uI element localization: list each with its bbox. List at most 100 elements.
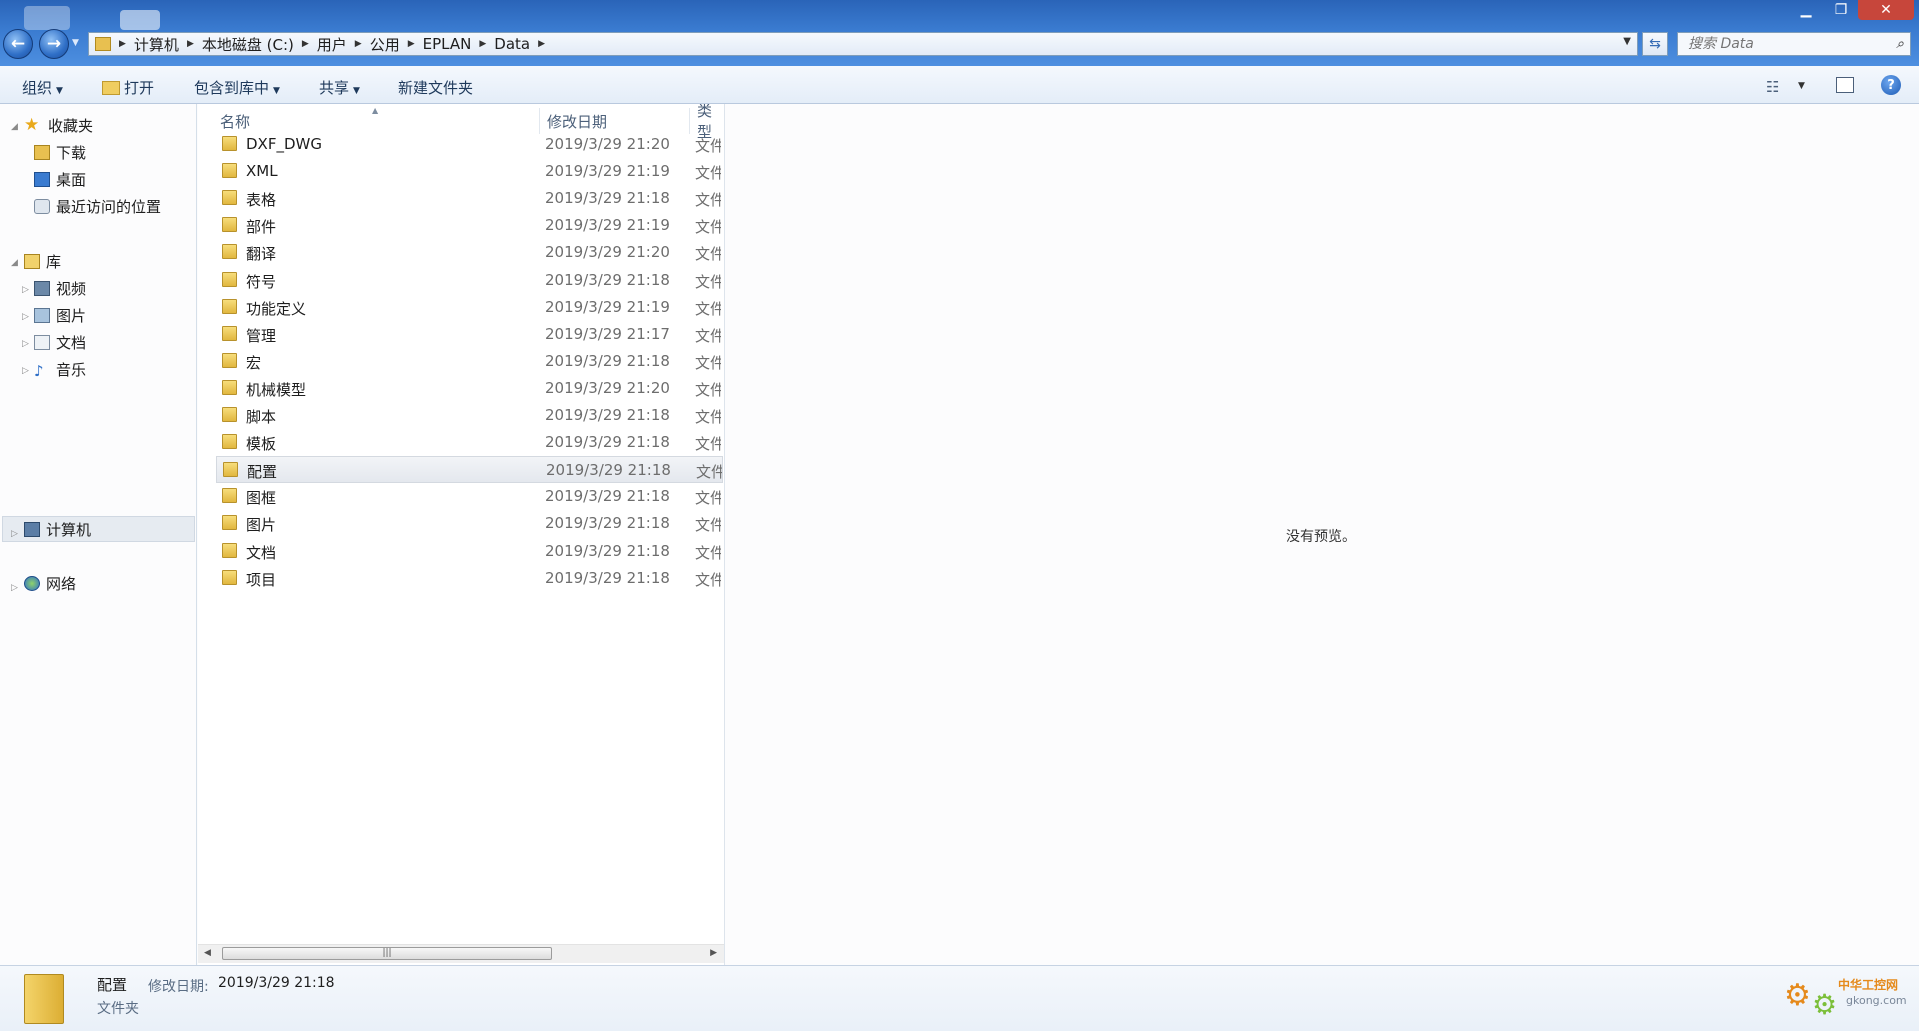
folder-icon — [222, 407, 237, 422]
file-date: 2019/3/29 21:19 — [545, 298, 670, 316]
breadcrumb-data[interactable]: Data — [488, 35, 536, 53]
chevron-right-icon[interactable]: ▶ — [536, 39, 547, 49]
expand-triangle-icon[interactable]: ▷ — [22, 285, 29, 295]
file-type: 文件夹 — [695, 489, 721, 507]
file-row[interactable]: 配置 2019/3/29 21:18 文件夹 — [216, 456, 723, 483]
breadcrumb-computer[interactable]: 计算机 — [128, 34, 185, 55]
nav-music[interactable]: ♪ 音乐 — [34, 358, 86, 380]
forward-button[interactable]: → — [39, 29, 69, 59]
include-library-button[interactable]: 包含到库中 ▼ — [194, 77, 280, 98]
file-name: 项目 — [246, 571, 277, 589]
file-row[interactable]: 脚本 2019/3/29 21:18 文件夹 — [216, 402, 723, 429]
nav-label: 文档 — [56, 333, 87, 352]
minimize-button[interactable]: ▁ — [1788, 0, 1824, 20]
back-button[interactable]: ← — [3, 29, 33, 59]
scrollbar-thumb[interactable]: ||| — [222, 947, 552, 960]
chevron-right-icon[interactable]: ▶ — [406, 39, 417, 49]
horizontal-scrollbar[interactable]: ◀ ||| ▶ — [198, 944, 725, 963]
close-button[interactable]: ✕ — [1858, 0, 1914, 20]
file-type: 文件夹 — [695, 164, 721, 182]
breadcrumb-users[interactable]: 用户 — [311, 34, 353, 55]
file-row[interactable]: 宏 2019/3/29 21:18 文件夹 — [216, 348, 723, 375]
open-folder-icon — [102, 81, 120, 95]
file-date: 2019/3/29 21:18 — [545, 189, 670, 207]
file-date: 2019/3/29 21:20 — [545, 243, 670, 261]
nav-computer[interactable]: 计算机 — [24, 518, 91, 540]
new-folder-button[interactable]: 新建文件夹 — [398, 77, 473, 98]
breadcrumb-public[interactable]: 公用 — [364, 34, 406, 55]
caret-down-icon[interactable]: ▼ — [1798, 81, 1805, 91]
chevron-right-icon[interactable]: ▶ — [117, 39, 128, 49]
nav-documents[interactable]: 文档 — [34, 331, 86, 353]
nav-label: 网络 — [46, 574, 77, 593]
expand-triangle-icon[interactable]: ▷ — [11, 529, 18, 539]
file-row[interactable]: 符号 2019/3/29 21:18 文件夹 — [216, 267, 723, 294]
file-row[interactable]: 模板 2019/3/29 21:18 文件夹 — [216, 429, 723, 456]
expand-triangle-icon[interactable]: ▷ — [22, 339, 29, 349]
chevron-right-icon[interactable]: ▶ — [477, 39, 488, 49]
maximize-button[interactable]: ❐ — [1824, 0, 1858, 20]
file-row[interactable]: 管理 2019/3/29 21:17 文件夹 — [216, 321, 723, 348]
file-row[interactable]: 功能定义 2019/3/29 21:19 文件夹 — [216, 294, 723, 321]
file-row[interactable]: 部件 2019/3/29 21:19 文件夹 — [216, 212, 723, 239]
search-box[interactable]: ⌕ — [1677, 32, 1911, 56]
nav-label: 桌面 — [56, 170, 87, 189]
nav-pictures[interactable]: 图片 — [34, 304, 86, 326]
view-options-icon[interactable]: ☷ — [1766, 78, 1779, 96]
collapse-triangle-icon[interactable]: ◢ — [11, 122, 18, 132]
nav-network[interactable]: 网络 — [24, 572, 76, 594]
file-list: 名称 ▲ 修改日期 类型 DXF_DWG2019/3/29 21:20文件夹XM… — [198, 104, 725, 965]
address-bar[interactable]: ▶ 计算机 ▶ 本地磁盘 (C:) ▶ 用户 ▶ 公用 ▶ EPLAN ▶ Da… — [88, 32, 1638, 56]
nav-videos[interactable]: 视频 — [34, 277, 86, 299]
open-button[interactable]: 打开 — [102, 77, 154, 98]
file-row[interactable]: 图框 2019/3/29 21:18 文件夹 — [216, 483, 723, 510]
breadcrumb-local-disk[interactable]: 本地磁盘 (C:) — [196, 34, 300, 55]
chevron-right-icon[interactable]: ▶ — [300, 39, 311, 49]
nav-recent-places[interactable]: 最近访问的位置 — [34, 195, 161, 217]
nav-favorites[interactable]: ★ 收藏夹 — [24, 114, 93, 136]
file-row[interactable]: 项目 2019/3/29 21:18 文件夹 — [216, 565, 723, 592]
breadcrumb-eplan[interactable]: EPLAN — [417, 35, 478, 53]
file-row[interactable]: 文档 2019/3/29 21:18 文件夹 — [216, 538, 723, 565]
details-date-label: 修改日期: — [148, 979, 209, 995]
file-name: 配置 — [247, 463, 278, 481]
file-type: 文件夹 — [695, 218, 721, 236]
file-name: 脚本 — [246, 408, 277, 426]
gear-icon: ⚙ — [1784, 978, 1811, 1013]
expand-triangle-icon[interactable]: ▷ — [22, 366, 29, 376]
file-row[interactable]: DXF_DWG 2019/3/29 21:20 文件夹 — [216, 131, 723, 158]
organize-button[interactable]: 组织 ▼ — [22, 77, 63, 98]
file-date: 2019/3/29 21:20 — [545, 135, 670, 153]
nav-downloads[interactable]: 下载 — [34, 141, 86, 163]
chevron-right-icon[interactable]: ▶ — [185, 39, 196, 49]
file-row[interactable]: 机械模型 2019/3/29 21:20 文件夹 — [216, 375, 723, 402]
help-icon[interactable]: ? — [1881, 75, 1901, 95]
nav-libraries[interactable]: 库 — [24, 250, 61, 272]
file-row[interactable]: 表格 2019/3/29 21:18 文件夹 — [216, 185, 723, 212]
share-button[interactable]: 共享 ▼ — [319, 77, 360, 98]
desktop-icon — [34, 171, 50, 187]
search-input[interactable] — [1686, 35, 1880, 53]
folder-icon — [222, 326, 237, 341]
preview-pane-toggle-icon[interactable] — [1836, 77, 1854, 93]
file-row[interactable]: 图片 2019/3/29 21:18 文件夹 — [216, 510, 723, 537]
scroll-right-arrow-icon[interactable]: ▶ — [710, 948, 717, 958]
search-icon[interactable]: ⌕ — [1896, 36, 1904, 52]
video-library-icon — [34, 280, 50, 296]
collapse-triangle-icon[interactable]: ◢ — [11, 258, 18, 268]
folder-icon — [222, 353, 237, 368]
file-name: 符号 — [246, 273, 277, 291]
file-row[interactable]: XML 2019/3/29 21:19 文件夹 — [216, 158, 723, 185]
include-library-label: 包含到库中 — [194, 79, 270, 97]
scroll-left-arrow-icon[interactable]: ◀ — [204, 948, 211, 958]
file-row[interactable]: 翻译 2019/3/29 21:20 文件夹 — [216, 239, 723, 266]
nav-desktop[interactable]: 桌面 — [34, 168, 86, 190]
expand-triangle-icon[interactable]: ▷ — [22, 312, 29, 322]
expand-triangle-icon[interactable]: ▷ — [11, 583, 18, 593]
address-history-dropdown[interactable]: ▼ — [1623, 36, 1631, 47]
folder-large-icon — [24, 974, 64, 1024]
refresh-button[interactable]: ⇆ — [1642, 32, 1668, 56]
recent-pages-dropdown[interactable]: ▼ — [72, 38, 79, 48]
file-type: 文件夹 — [695, 571, 721, 589]
chevron-right-icon[interactable]: ▶ — [353, 39, 364, 49]
